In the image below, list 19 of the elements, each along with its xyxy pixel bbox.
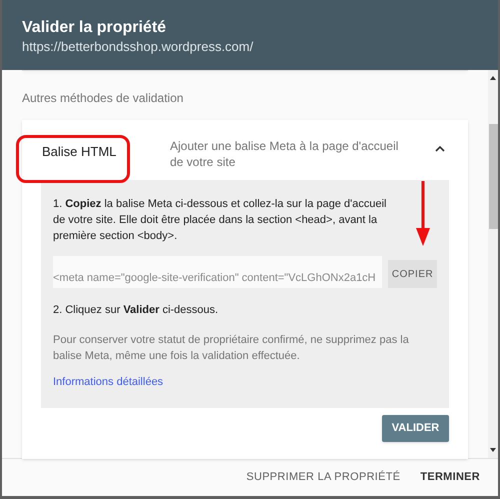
section-label: Autres méthodes de validation: [22, 90, 184, 107]
method-name: Balise HTML: [41, 143, 118, 161]
details-link[interactable]: Informations détaillées: [53, 374, 164, 390]
dialog-title: Valider la propriété: [22, 18, 168, 38]
annotation-arrow: [416, 181, 430, 246]
meta-tag-field[interactable]: <meta name="google-site-verification" content="VcLGhONx2a1cH: [53, 256, 382, 288]
delete-property-button[interactable]: SUPPRIMER LA PROPRIÉTÉ: [246, 469, 400, 486]
validate-button[interactable]: VALIDER: [382, 415, 449, 442]
copy-button[interactable]: COPIER: [388, 260, 437, 288]
scroll-up-icon[interactable]: [490, 76, 496, 80]
step-two-text: 2. Cliquez sur Valider ci-dessous.: [53, 303, 220, 318]
note-text: Pour conserver votre statut de propriétaire confirmé, ne supprimez pas la balise Meta, même une fois la validation effectuée.: [53, 332, 410, 364]
method-description: Ajouter une balise Meta à la page d'accueil de votre site: [170, 138, 400, 170]
scrollbar[interactable]: [488, 70, 498, 458]
step-one-text: 1. Copiez la balise Meta ci-dessous et collez-la sur la page d'accueil de votre site. Elle doit être placée dans la section <head>, avant la première section <body>.: [53, 197, 388, 244]
property-url: https://betterbondsshop.wordpress.com/: [22, 38, 254, 56]
scrollbar-thumb[interactable]: [488, 124, 498, 229]
finish-button[interactable]: TERMINER: [420, 469, 480, 486]
scroll-down-icon[interactable]: [490, 448, 496, 452]
